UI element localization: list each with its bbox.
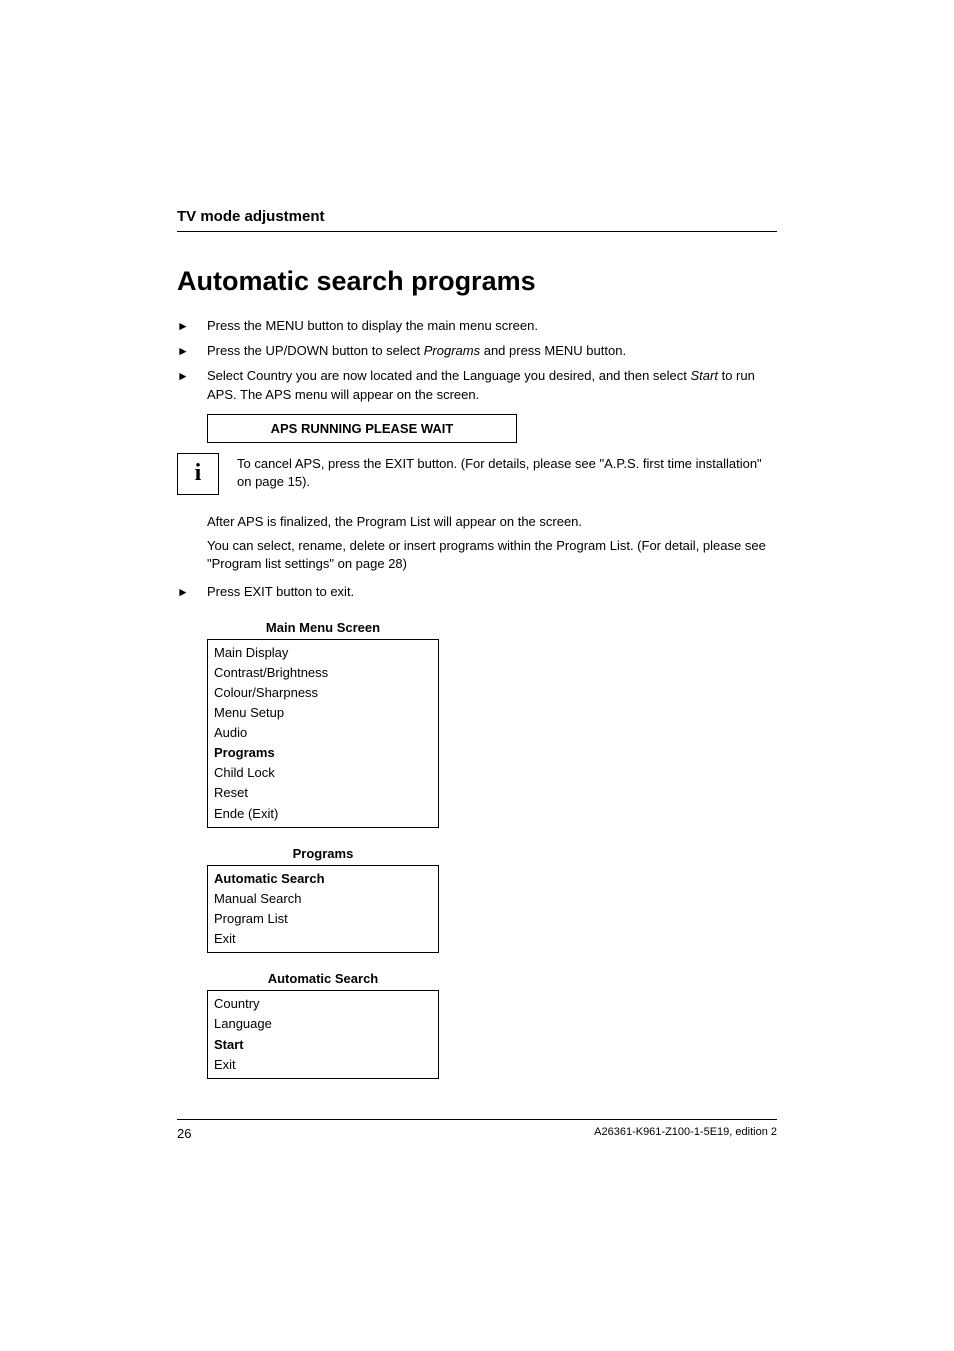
menu-box-main: Main DisplayContrast/BrightnessColour/Sh…: [207, 639, 439, 828]
menu-item: Exit: [214, 929, 432, 949]
bullet-arrow-icon: ►: [177, 583, 207, 601]
step-list: ► Press the MENU button to display the m…: [177, 317, 777, 404]
page-number: 26: [177, 1126, 191, 1141]
menu-caption-main: Main Menu Screen: [207, 620, 439, 635]
bullet-arrow-icon: ►: [177, 367, 207, 385]
menu-item: Program List: [214, 909, 432, 929]
text-run-italic: Start: [691, 368, 718, 383]
menu-item: Colour/Sharpness: [214, 683, 432, 703]
step-list: ► Press EXIT button to exit.: [177, 583, 777, 601]
menu-item: Programs: [214, 743, 432, 763]
step-text: Press EXIT button to exit.: [207, 583, 777, 601]
menu-item: Main Display: [214, 643, 432, 663]
step-text: Press the UP/DOWN button to select Progr…: [207, 342, 777, 360]
menu-box-programs: Automatic SearchManual SearchProgram Lis…: [207, 865, 439, 954]
info-text: To cancel APS, press the EXIT button. (F…: [237, 453, 777, 491]
document-id: A26361-K961-Z100-1-5E19, edition 2: [594, 1126, 777, 1141]
menu-item: Contrast/Brightness: [214, 663, 432, 683]
step-item: ► Press the MENU button to display the m…: [177, 317, 777, 335]
menu-item: Language: [214, 1014, 432, 1034]
text-run-italic: Programs: [424, 343, 480, 358]
bullet-arrow-icon: ►: [177, 317, 207, 335]
info-row: i To cancel APS, press the EXIT button. …: [177, 453, 777, 495]
menu-item: Manual Search: [214, 889, 432, 909]
menu-item: Exit: [214, 1055, 432, 1075]
page-container: TV mode adjustment Automatic search prog…: [0, 0, 954, 1351]
page-header-title: TV mode adjustment: [177, 208, 777, 232]
menu-item: Start: [214, 1035, 432, 1055]
step-text: Press the MENU button to display the mai…: [207, 317, 777, 335]
menu-item: Reset: [214, 783, 432, 803]
menu-item: Automatic Search: [214, 869, 432, 889]
text-run: Press the UP/DOWN button to select: [207, 343, 424, 358]
section-heading: Automatic search programs: [177, 266, 777, 297]
step-item: ► Select Country you are now located and…: [177, 367, 777, 403]
menu-caption-programs: Programs: [207, 846, 439, 861]
step-item: ► Press the UP/DOWN button to select Pro…: [177, 342, 777, 360]
after-aps-block: After APS is finalized, the Program List…: [207, 513, 777, 574]
menu-item: Audio: [214, 723, 432, 743]
text-run: and press MENU button.: [480, 343, 626, 358]
step-item: ► Press EXIT button to exit.: [177, 583, 777, 601]
paragraph: You can select, rename, delete or insert…: [207, 537, 777, 573]
page-footer: 26 A26361-K961-Z100-1-5E19, edition 2: [177, 1119, 777, 1141]
menu-item: Country: [214, 994, 432, 1014]
info-icon: i: [177, 453, 219, 495]
step-text: Select Country you are now located and t…: [207, 367, 777, 403]
aps-banner-box: APS RUNNING PLEASE WAIT: [207, 414, 517, 443]
menu-item: Child Lock: [214, 763, 432, 783]
menu-caption-autosearch: Automatic Search: [207, 971, 439, 986]
bullet-arrow-icon: ►: [177, 342, 207, 360]
menu-item: Menu Setup: [214, 703, 432, 723]
text-run: Select Country you are now located and t…: [207, 368, 691, 383]
paragraph: After APS is finalized, the Program List…: [207, 513, 777, 531]
menu-item: Ende (Exit): [214, 804, 432, 824]
menu-box-autosearch: CountryLanguageStartExit: [207, 990, 439, 1079]
